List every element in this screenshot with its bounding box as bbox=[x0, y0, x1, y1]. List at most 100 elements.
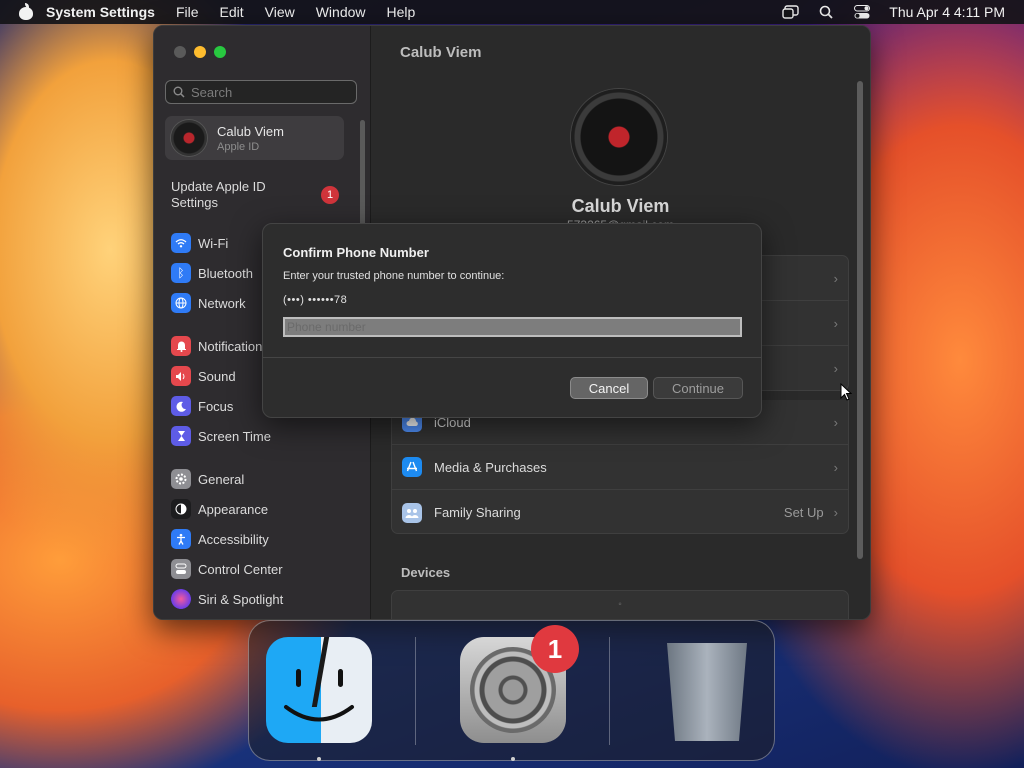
sidebar-item-network[interactable]: Network bbox=[171, 292, 246, 314]
family-icon bbox=[402, 502, 422, 523]
sidebar-item-control-center[interactable]: Control Center bbox=[171, 558, 283, 580]
dock-divider bbox=[415, 637, 416, 745]
sidebar-item-siri-spotlight[interactable]: Siri & Spotlight bbox=[171, 588, 283, 610]
phone-hint: (•••) ••••••78 bbox=[283, 294, 348, 306]
notification-badge: 1 bbox=[321, 186, 339, 204]
chevron-right-icon: › bbox=[833, 270, 838, 286]
menu-file[interactable]: File bbox=[176, 4, 199, 20]
close-button[interactable] bbox=[174, 46, 186, 58]
mouse-cursor-icon bbox=[840, 383, 852, 401]
devices-heading: Devices bbox=[401, 565, 451, 580]
dock-notification-badge: 1 bbox=[531, 625, 579, 673]
menu-bar: System Settings File Edit View Window He… bbox=[0, 0, 1024, 24]
sidebar-item-label: Sound bbox=[198, 368, 236, 384]
sidebar-item-label: Appearance bbox=[198, 501, 269, 517]
moon-icon bbox=[171, 396, 191, 416]
dock-divider bbox=[609, 637, 610, 745]
sidebar-item-label: General bbox=[198, 471, 245, 487]
globe-icon bbox=[171, 293, 191, 313]
accessibility-icon bbox=[171, 529, 191, 549]
sidebar-item-accessibility[interactable]: Accessibility bbox=[171, 528, 269, 550]
phone-number-input[interactable] bbox=[283, 317, 742, 337]
sidebar-item-wifi[interactable]: Wi-Fi bbox=[171, 232, 228, 254]
dialog-message: Enter your trusted phone number to conti… bbox=[283, 270, 505, 282]
control-center-icon[interactable] bbox=[853, 4, 871, 20]
menu-view[interactable]: View bbox=[265, 4, 295, 20]
sidebar-item-label: Focus bbox=[198, 398, 234, 414]
sidebar-item-label: Network bbox=[198, 295, 246, 311]
list-item-media-purchases[interactable]: Media & Purchases › bbox=[392, 445, 848, 490]
page-title: Calub Viem bbox=[400, 44, 482, 61]
wifi-icon bbox=[171, 233, 191, 253]
hourglass-icon bbox=[171, 426, 191, 446]
apple-menu-icon[interactable] bbox=[19, 3, 33, 20]
dock-running-indicator bbox=[317, 757, 321, 761]
dock-finder-icon[interactable] bbox=[266, 637, 372, 743]
chevron-right-icon: › bbox=[833, 361, 838, 376]
chevron-right-icon: › bbox=[833, 505, 838, 520]
search-placeholder: Search bbox=[191, 84, 233, 100]
profile-name: Calub Viem bbox=[571, 196, 670, 216]
sidebar-item-bluetooth[interactable]: ᛒ Bluetooth bbox=[171, 262, 253, 284]
account-subtitle: Apple ID bbox=[217, 140, 260, 153]
finder-smile bbox=[284, 705, 354, 722]
cancel-button[interactable]: Cancel bbox=[570, 377, 648, 399]
sidebar-scrollbar[interactable] bbox=[360, 120, 365, 240]
search-field[interactable]: Search bbox=[165, 80, 357, 104]
trash-can-icon bbox=[667, 643, 747, 741]
chevron-right-icon: › bbox=[833, 414, 838, 430]
sidebar-update-apple-id[interactable]: Update Apple ID Settings 1 bbox=[171, 179, 351, 211]
control-center-icon bbox=[171, 559, 191, 579]
list-item-family-sharing[interactable]: Family Sharing Set Up › bbox=[392, 490, 848, 535]
row-value: Set Up bbox=[783, 505, 824, 520]
menu-edit[interactable]: Edit bbox=[220, 4, 244, 20]
menu-window[interactable]: Window bbox=[316, 4, 366, 20]
search-icon bbox=[173, 86, 185, 98]
loading-indicator-icon: ◦ bbox=[618, 599, 622, 610]
dock-trash-icon[interactable] bbox=[654, 637, 760, 743]
sidebar-item-label: Accessibility bbox=[198, 531, 269, 547]
services-group: iCloud › Media & Purchases › Family Shar… bbox=[391, 400, 849, 534]
row-label: Family Sharing bbox=[434, 505, 521, 520]
zoom-button[interactable] bbox=[214, 46, 226, 58]
sidebar-item-label: Wi-Fi bbox=[198, 235, 229, 251]
minimize-button[interactable] bbox=[194, 46, 206, 58]
dialog-title: Confirm Phone Number bbox=[283, 245, 429, 260]
sidebar-item-label: Siri & Spotlight bbox=[198, 591, 284, 607]
avatar bbox=[171, 120, 207, 156]
continue-button[interactable]: Continue bbox=[653, 377, 743, 399]
account-name: Calub Viem bbox=[217, 123, 284, 139]
sidebar-item-screen-time[interactable]: Screen Time bbox=[171, 425, 271, 447]
screen-mirroring-icon[interactable] bbox=[781, 4, 799, 20]
bell-icon bbox=[171, 336, 191, 356]
siri-icon bbox=[171, 589, 191, 609]
app-store-icon bbox=[402, 457, 422, 477]
devices-group: ◦ bbox=[391, 590, 849, 619]
dock-running-indicator bbox=[511, 757, 515, 761]
gear-icon bbox=[171, 469, 191, 489]
sidebar-item-label: Control Center bbox=[198, 561, 283, 577]
update-label: Update Apple ID Settings bbox=[171, 179, 266, 210]
menu-clock[interactable]: Thu Apr 4 4:11 PM bbox=[889, 4, 1005, 20]
speaker-icon bbox=[171, 366, 191, 386]
confirm-phone-dialog: Confirm Phone Number Enter your trusted … bbox=[262, 223, 762, 418]
sidebar-item-appearance[interactable]: Appearance bbox=[171, 498, 268, 520]
menu-help[interactable]: Help bbox=[387, 4, 416, 20]
row-label: Media & Purchases bbox=[434, 459, 547, 475]
appearance-icon bbox=[171, 499, 191, 519]
sidebar-item-label: Screen Time bbox=[198, 428, 271, 444]
dock bbox=[248, 620, 775, 761]
main-scrollbar[interactable] bbox=[857, 81, 863, 559]
profile-picture[interactable] bbox=[571, 89, 667, 185]
sidebar-item-general[interactable]: General bbox=[171, 468, 244, 490]
menu-app-name[interactable]: System Settings bbox=[46, 4, 155, 20]
bluetooth-icon: ᛒ bbox=[171, 263, 191, 283]
sidebar-item-label: Bluetooth bbox=[198, 265, 253, 281]
sidebar-item-focus[interactable]: Focus bbox=[171, 395, 233, 417]
chevron-right-icon: › bbox=[833, 315, 838, 331]
sidebar-item-notifications[interactable]: Notifications bbox=[171, 335, 269, 357]
sidebar-apple-id[interactable]: Calub Viem Apple ID bbox=[165, 116, 344, 160]
sidebar-item-sound[interactable]: Sound bbox=[171, 365, 236, 387]
window-controls bbox=[174, 46, 226, 58]
spotlight-search-icon[interactable] bbox=[817, 4, 835, 20]
